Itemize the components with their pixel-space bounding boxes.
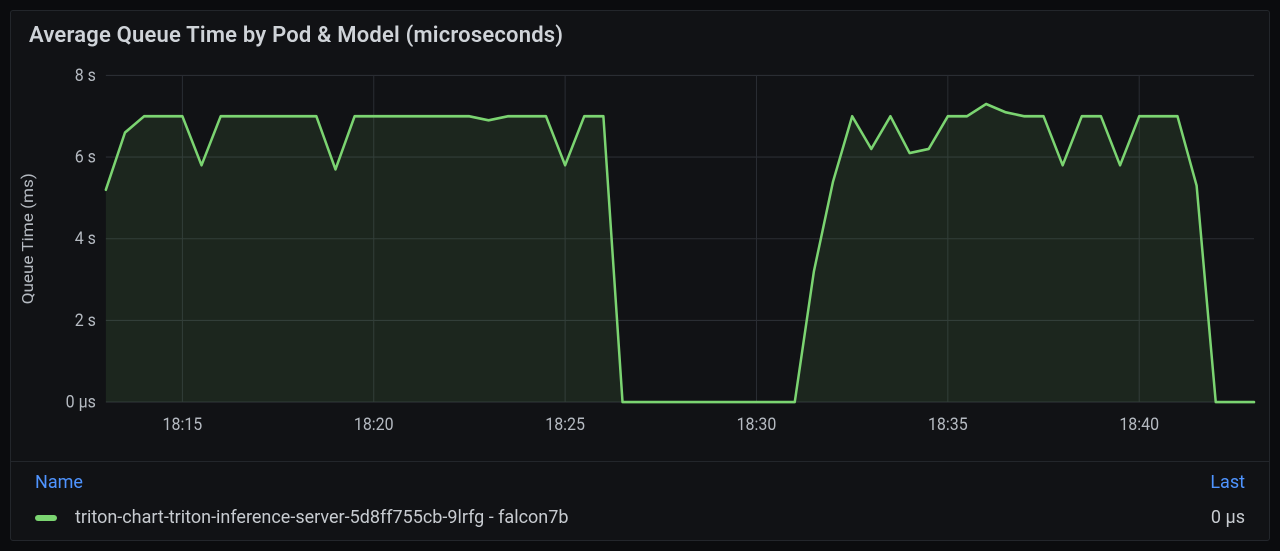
x-tick-label: 18:30: [737, 415, 777, 435]
legend-header-last[interactable]: Last: [1210, 472, 1245, 493]
legend-row-left: triton-chart-triton-inference-server-5d8…: [35, 507, 568, 528]
x-tick-label: 18:15: [163, 415, 203, 435]
y-axis-label: Queue Time (ms): [19, 173, 37, 304]
panel-frame: Average Queue Time by Pod & Model (micro…: [0, 0, 1280, 551]
panel-header: Average Queue Time by Pod & Model (micro…: [11, 11, 1269, 54]
x-tick-label: 18:35: [928, 415, 968, 435]
y-tick-label: 6 s: [75, 148, 96, 168]
x-tick-label: 18:20: [354, 415, 394, 435]
y-tick-label: 8 s: [75, 66, 96, 86]
y-tick-label: 2 s: [75, 311, 96, 331]
series-area: [106, 104, 1254, 402]
y-tick-label: 4 s: [75, 230, 96, 250]
x-tick-label: 18:25: [545, 415, 585, 435]
panel: Average Queue Time by Pod & Model (micro…: [10, 10, 1270, 541]
panel-title: Average Queue Time by Pod & Model (micro…: [29, 23, 563, 48]
legend-swatch: [35, 515, 57, 521]
legend-series-name: triton-chart-triton-inference-server-5d8…: [75, 507, 568, 528]
chart-area[interactable]: 0 µs 2 s 4 s 6 s 8 s 18:15 18:20 18:25 18:30 18:…: [11, 54, 1269, 461]
legend-row[interactable]: triton-chart-triton-inference-server-5d8…: [11, 499, 1269, 540]
legend-series-last: 0 μs: [1211, 507, 1245, 528]
x-tick-label: 18:40: [1119, 415, 1159, 435]
legend-header-name[interactable]: Name: [35, 472, 83, 493]
y-tick-label: 0 µs: [66, 393, 96, 413]
legend-header[interactable]: Name Last: [11, 461, 1269, 499]
chart-svg: 0 µs 2 s 4 s 6 s 8 s 18:15 18:20 18:25 18:30 18:…: [11, 54, 1269, 461]
